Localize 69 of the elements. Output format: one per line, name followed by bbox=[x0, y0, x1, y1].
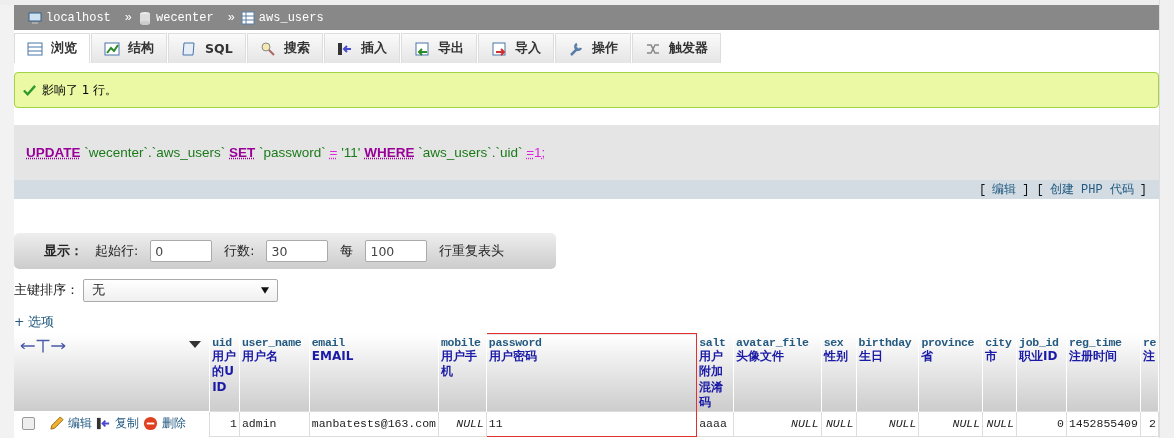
sql-query: UPDATE `wecenter`.`aws_users` SET `password` = '11' WHERE `aws_users`.`uid` =1; bbox=[25, 144, 547, 162]
column-header[interactable]: password 用户密码 bbox=[486, 333, 697, 412]
message-text: 影响了 1 行。 bbox=[42, 81, 118, 99]
table-cell: admin bbox=[239, 411, 310, 437]
tab[interactable]: SQL bbox=[168, 33, 246, 63]
table-cell: 2 bbox=[1140, 411, 1159, 437]
start-row-label: 起始行: bbox=[95, 242, 139, 260]
table-cell: NULL bbox=[821, 411, 857, 437]
create-php-code-link[interactable]: 创建 PHP 代码 bbox=[1049, 181, 1134, 198]
sort-dropdown[interactable]: 无 bbox=[83, 279, 278, 302]
chart-icon bbox=[104, 40, 120, 57]
row-checkbox[interactable] bbox=[22, 417, 35, 431]
tab[interactable]: 操作 bbox=[554, 33, 631, 63]
table-cell: NULL bbox=[856, 411, 919, 437]
table-cell: NULL bbox=[438, 411, 487, 437]
table-icon bbox=[240, 10, 255, 25]
table-cell: 11 bbox=[486, 411, 697, 437]
breadcrumb-separator: » bbox=[227, 10, 235, 25]
caret-icon bbox=[261, 287, 269, 294]
monitor-icon bbox=[28, 10, 42, 25]
delete-link[interactable]: 删除 bbox=[162, 415, 186, 433]
every-label: 每 bbox=[340, 242, 354, 260]
repeat-header-field[interactable]: 100 bbox=[365, 240, 428, 262]
breadcrumb-link[interactable]: wecenter bbox=[156, 10, 214, 25]
row-count-field[interactable]: 30 bbox=[266, 240, 329, 262]
table-cell: aaaa bbox=[696, 411, 734, 437]
table-cell: NULL bbox=[982, 411, 1017, 437]
edit-link[interactable]: 编辑 bbox=[68, 415, 92, 433]
row-count-label: 行数: bbox=[224, 242, 255, 260]
grid-icon bbox=[27, 40, 43, 57]
tab[interactable]: 浏览 bbox=[14, 33, 90, 63]
delete-icon bbox=[143, 416, 158, 432]
tab[interactable]: 导出 bbox=[400, 33, 477, 63]
start-row-field[interactable]: 0 bbox=[150, 240, 213, 262]
breadcrumb-separator: » bbox=[124, 10, 132, 25]
bracket-text: [ bbox=[978, 182, 987, 197]
search-icon bbox=[259, 40, 276, 57]
pencil-icon bbox=[49, 416, 64, 432]
breadcrumb-link[interactable]: localhost bbox=[46, 10, 111, 25]
checkmark-icon bbox=[23, 83, 36, 97]
import-icon bbox=[490, 40, 507, 57]
tab[interactable]: 结构 bbox=[91, 33, 167, 63]
tab[interactable]: 导入 bbox=[477, 33, 554, 63]
tab[interactable]: 搜索 bbox=[246, 33, 323, 63]
tab[interactable]: 触发器 bbox=[631, 33, 721, 63]
column-header[interactable]: salt 用户附加混淆码 bbox=[696, 333, 734, 412]
table-cell: manbatests@163.com bbox=[309, 411, 439, 437]
database-icon bbox=[138, 10, 152, 25]
table-cell: 1452855409 bbox=[1066, 411, 1141, 437]
scroll-icon bbox=[181, 40, 197, 57]
edit-link[interactable]: 编辑 bbox=[992, 181, 1017, 198]
table-cell: NULL bbox=[733, 411, 822, 437]
options-link[interactable]: + 选项 bbox=[14, 314, 55, 331]
insert-icon bbox=[336, 40, 353, 57]
tab[interactable]: 插入 bbox=[323, 33, 400, 63]
table-cell: NULL bbox=[918, 411, 983, 437]
table-cell: 0 bbox=[1016, 411, 1067, 437]
column-arrows-icon[interactable] bbox=[20, 337, 66, 354]
table-cell: 1 bbox=[209, 411, 240, 437]
bracket-text: ] [ bbox=[1022, 182, 1044, 197]
caret-icon[interactable] bbox=[189, 340, 202, 348]
insert-icon bbox=[96, 416, 111, 432]
copy-link[interactable]: 复制 bbox=[115, 415, 139, 433]
display-label: 显示： bbox=[44, 242, 83, 260]
repeat-header-label: 行重复表头 bbox=[439, 242, 505, 260]
bracket-text: ] bbox=[1139, 182, 1147, 197]
export-icon bbox=[413, 40, 430, 57]
sort-label: 主键排序： bbox=[14, 282, 79, 299]
breadcrumb-link[interactable]: aws_users bbox=[258, 10, 324, 25]
